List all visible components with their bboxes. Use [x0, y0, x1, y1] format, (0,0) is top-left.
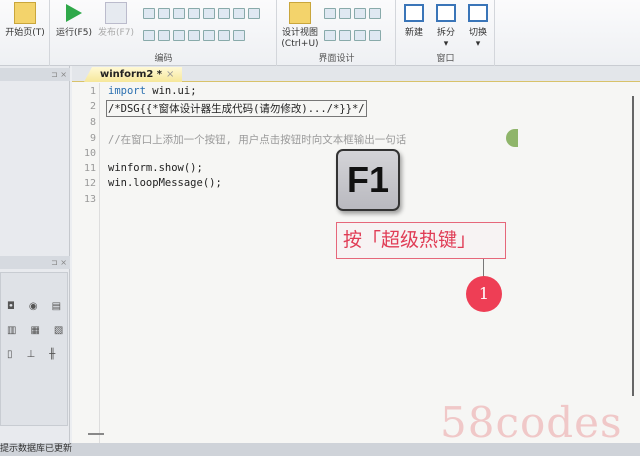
indent-icon[interactable]: [218, 8, 230, 19]
watermark: 58codes: [440, 398, 623, 447]
fold-marker-icon: [506, 129, 518, 147]
design-toolbar-row-2: [324, 30, 381, 41]
f1-key-overlay: F1: [336, 149, 400, 211]
close-icon[interactable]: ×: [60, 70, 67, 79]
redo-icon[interactable]: [218, 30, 230, 41]
left-panel: ⊐ × ⊐ × ◘◉▤ ▥▦▧ ▯⊥╫: [0, 66, 70, 443]
start-page-icon: [14, 2, 36, 24]
line-number: 13: [83, 194, 96, 205]
find-icon[interactable]: [233, 30, 245, 41]
tab-label: winform2 *: [100, 69, 163, 80]
align2-icon[interactable]: [339, 8, 351, 19]
cut-icon[interactable]: [143, 8, 155, 19]
start-page-button[interactable]: 开始页(T): [2, 2, 48, 39]
code-line: win.loopMessage();: [108, 177, 222, 189]
user-icon[interactable]: [248, 8, 260, 19]
toolbox: ◘◉▤ ▥▦▧ ▯⊥╫: [0, 272, 68, 426]
design-view-icon: [289, 2, 311, 24]
align-icon[interactable]: [324, 8, 336, 19]
switch-button[interactable]: 切换 ▾: [463, 2, 493, 50]
group-window: 新建 拆分 ▾ 切换 ▾ 窗口: [397, 0, 495, 66]
chat-icon[interactable]: [158, 30, 170, 41]
chat2-icon[interactable]: [173, 30, 185, 41]
split-icon: [436, 4, 456, 22]
new-label: 新建: [404, 28, 423, 38]
window-icon[interactable]: [143, 30, 155, 41]
split-button[interactable]: 拆分 ▾: [431, 2, 461, 50]
design-view-label: 设计视图: [281, 28, 318, 38]
switch-icon: [468, 4, 488, 22]
status-bar: 提示数据库已更新: [0, 443, 640, 456]
line-number: 1: [89, 86, 96, 97]
line-gutter: 1 2 8 9 10 11 12 13: [72, 83, 100, 443]
publish-button[interactable]: 发布(F7): [95, 2, 137, 39]
frame-icon[interactable]: [324, 30, 336, 41]
panel-header-toolbox: ⊐ ×: [0, 256, 70, 269]
design-toolbar-row-1: [324, 8, 381, 19]
panel-header-top: ⊐ ×: [0, 68, 70, 81]
start-page-label: 开始页(T): [5, 28, 45, 38]
outdent-icon[interactable]: [233, 8, 245, 19]
pin-icon[interactable]: ⊐: [51, 70, 58, 79]
format-icon[interactable]: [173, 8, 185, 19]
run-icon: [66, 4, 82, 22]
line-number: 9: [89, 133, 96, 144]
pin-icon[interactable]: ⊐: [51, 258, 58, 267]
line-number: 12: [83, 178, 96, 189]
group-window-label: 窗口: [436, 54, 455, 64]
step-badge: 1: [466, 276, 502, 312]
publish-label: 发布(F7): [98, 28, 134, 38]
code-line: winform.show();: [108, 162, 203, 174]
split-label: 拆分: [436, 28, 455, 38]
design-view-shortcut: (Ctrl+U): [281, 39, 319, 49]
group-ui-design-label: 界面设计: [318, 54, 355, 64]
group-code: 运行(F5) 发布(F7) 编码: [51, 0, 277, 66]
line-number: 2: [89, 101, 96, 112]
run-label: 运行(F5): [56, 28, 92, 38]
horizontal-scrollbar[interactable]: [88, 433, 104, 435]
undo-icon[interactable]: [203, 30, 215, 41]
keyword: import: [108, 85, 153, 97]
pin2-icon[interactable]: [369, 30, 381, 41]
tab-order-icon[interactable]: [369, 8, 381, 19]
switch-label: 切换: [468, 28, 487, 38]
code-line: import win.ui;: [108, 85, 197, 97]
tab-close-icon[interactable]: ×: [166, 69, 174, 80]
tab-winform2[interactable]: winform2 * ×: [84, 67, 183, 82]
clear-icon[interactable]: [188, 30, 200, 41]
paste-icon[interactable]: [158, 8, 170, 19]
code-text: win.ui;: [152, 85, 197, 97]
vertical-scrollbar[interactable]: [632, 96, 634, 396]
line-number: 11: [83, 163, 96, 174]
design-view-button[interactable]: 设计视图 (Ctrl+U): [280, 2, 320, 50]
line-number: 10: [83, 148, 96, 159]
ribbon: 开始页(T) 运行(F5) 发布(F7) 编码 设计视图 (Ctrl+U) 界面…: [0, 0, 640, 66]
code-comment: //在窗口上添加一个按钮, 用户点击按钮时向文本框输出一句话: [108, 134, 407, 146]
comment-icon[interactable]: [188, 8, 200, 19]
group-code-label: 编码: [154, 54, 173, 64]
hint-callout: 按「超级热键」: [336, 222, 506, 259]
code-toolbar-row-2: [143, 30, 245, 41]
publish-icon: [105, 2, 127, 24]
status-text: 提示数据库已更新: [0, 444, 73, 454]
uncomment-icon[interactable]: [203, 8, 215, 19]
tab-bar: winform2 * ×: [72, 66, 640, 82]
panel-icon[interactable]: [339, 30, 351, 41]
group-ui-design: 设计视图 (Ctrl+U) 界面设计: [278, 0, 396, 66]
run-button[interactable]: 运行(F5): [55, 2, 93, 39]
close-icon[interactable]: ×: [60, 258, 67, 267]
code-toolbar-row-1: [143, 8, 260, 19]
line-number: 8: [89, 117, 96, 128]
toolbox-controls[interactable]: ◘◉▤ ▥▦▧ ▯⊥╫: [7, 295, 77, 367]
collapsed-region[interactable]: /*DSG{{*窗体设计器生成代码(请勿修改).../*}}*/: [106, 100, 367, 117]
new-window-button[interactable]: 新建: [399, 2, 429, 39]
layout-icon[interactable]: [354, 8, 366, 19]
group-start: 开始页(T): [0, 0, 50, 66]
new-window-icon: [404, 4, 424, 22]
pin-icon[interactable]: [354, 30, 366, 41]
